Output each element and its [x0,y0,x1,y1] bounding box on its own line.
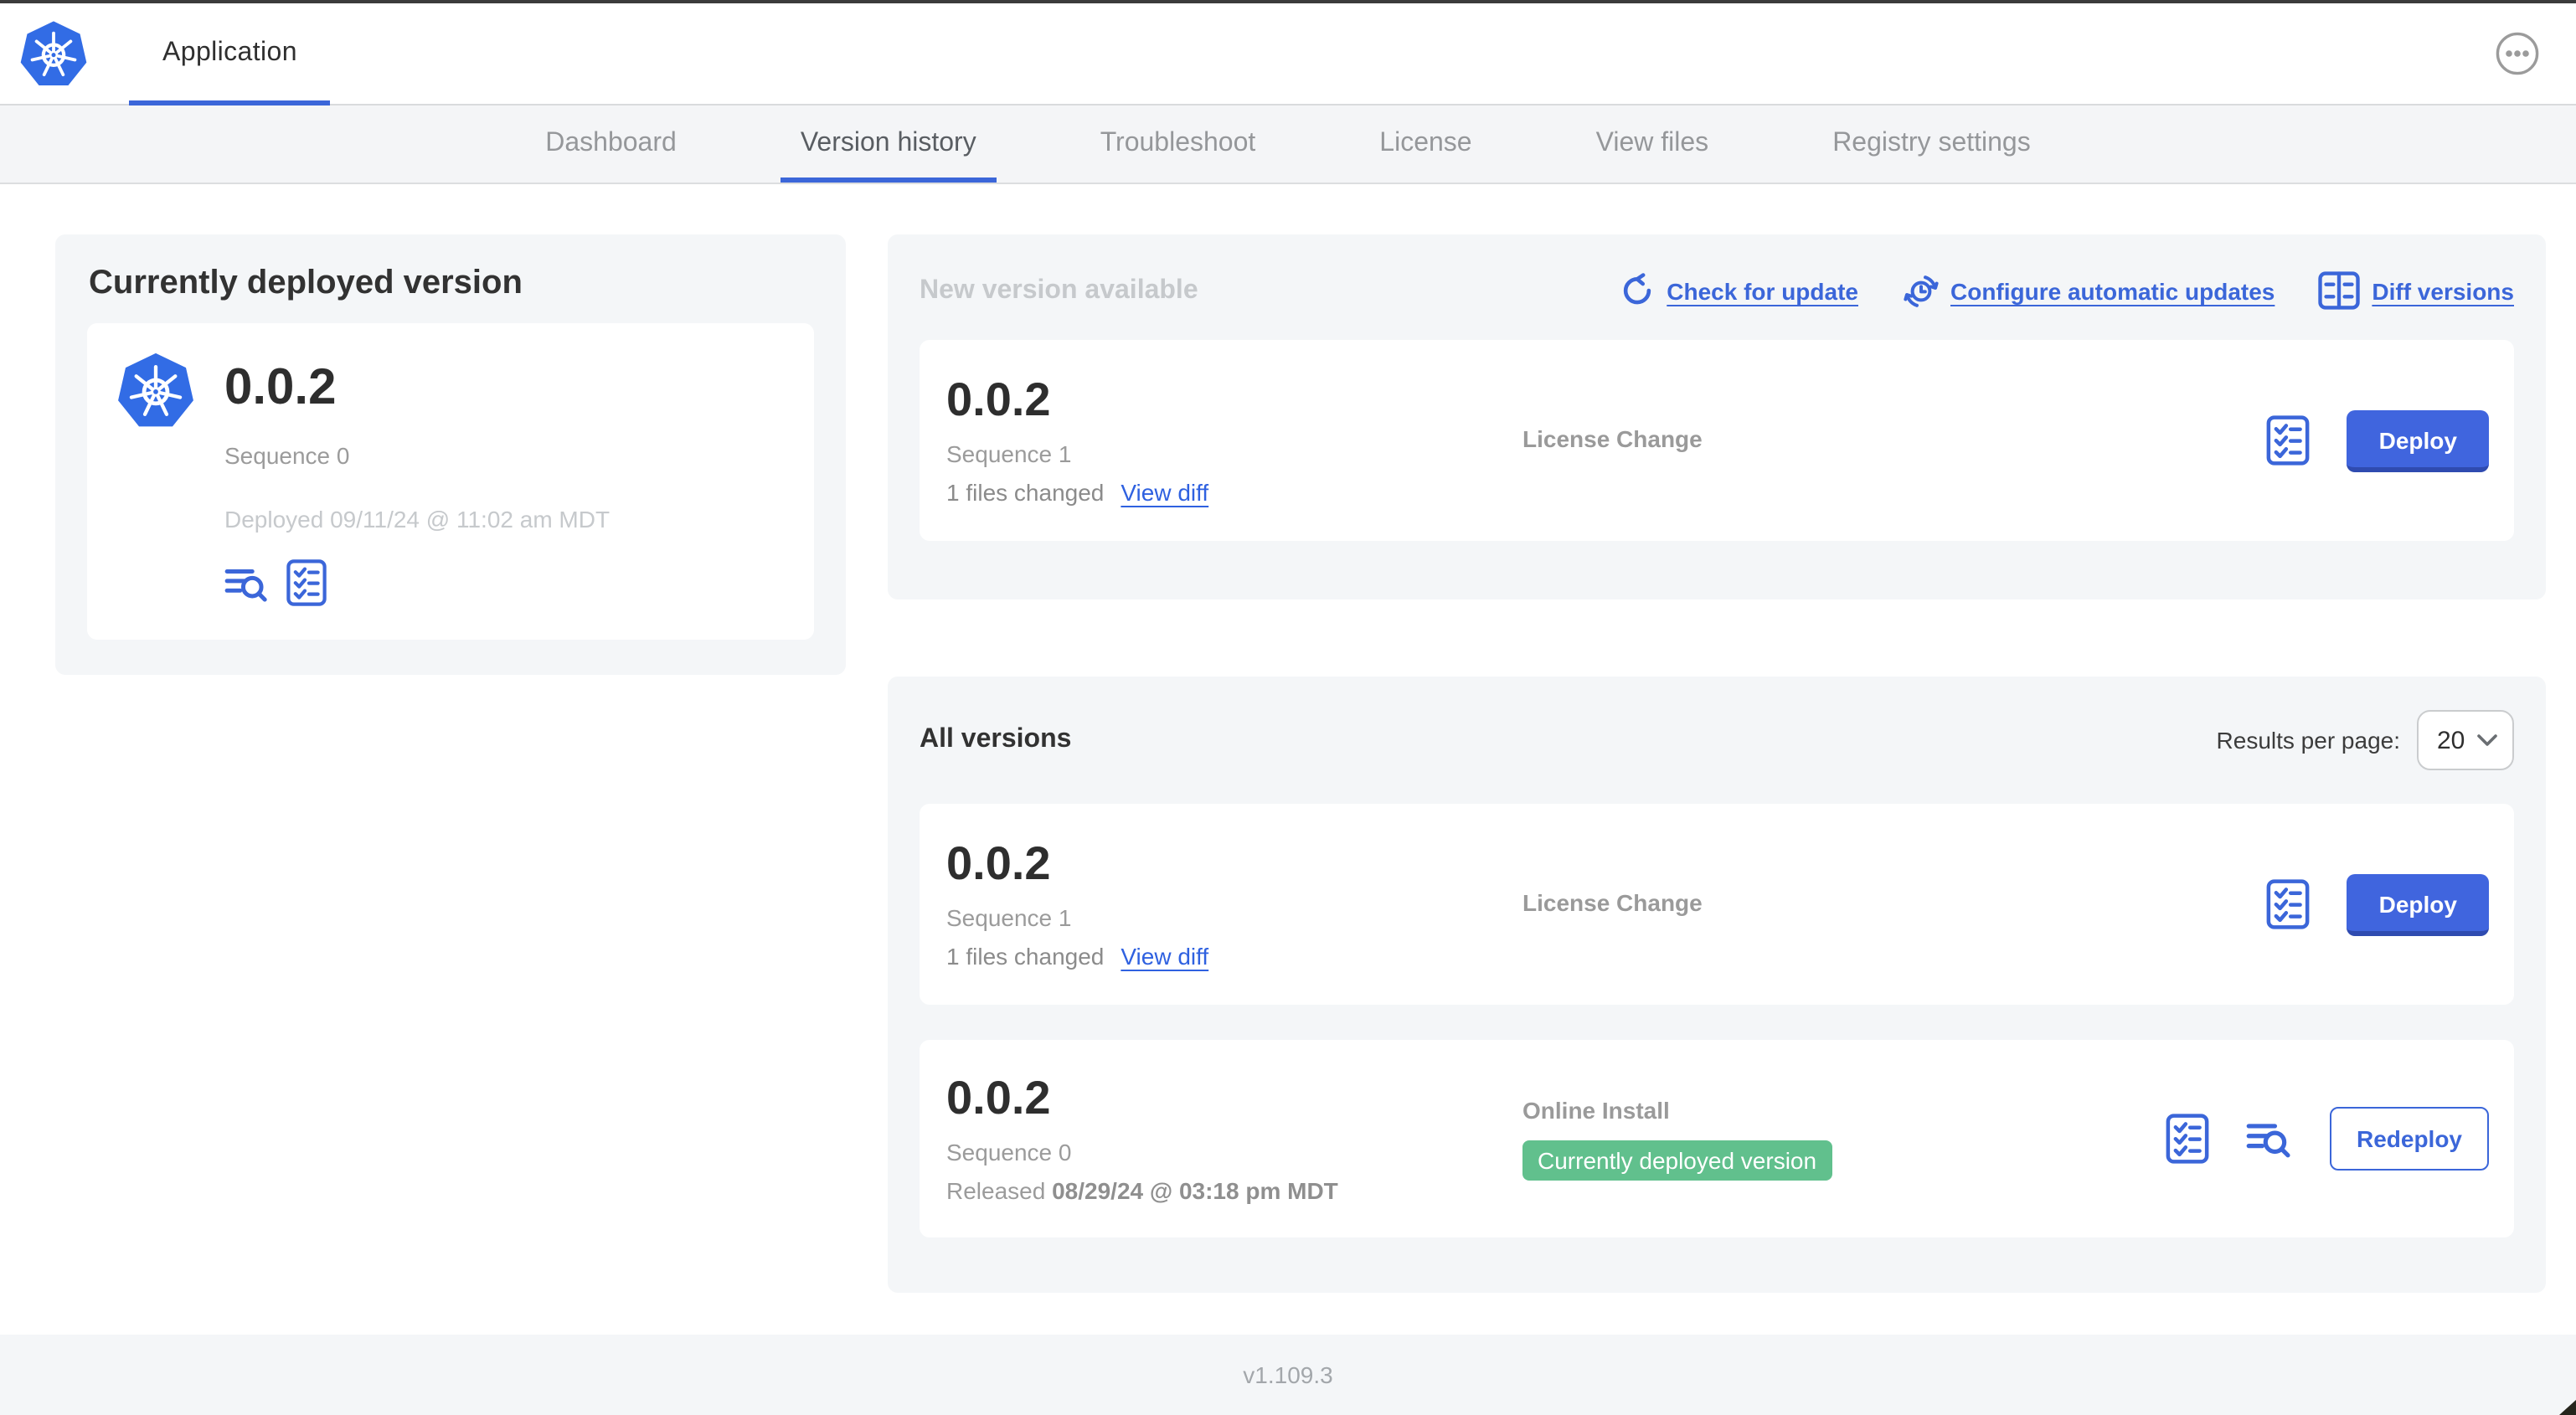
redeploy-button[interactable]: Redeploy [2329,1107,2489,1171]
window-top-edge [0,0,2576,3]
app-logo-wrap [0,3,90,104]
version-number: 0.0.2 [946,836,1051,889]
checklist-icon [2267,879,2311,929]
new-version-actions: Check for update Configure automatic upd… [1620,271,2514,310]
configure-automatic-updates-label: Configure automatic updates [1950,277,2275,304]
view-diff-link[interactable]: View diff [1121,480,1208,507]
version-sequence: Sequence 1 [946,904,1072,932]
tab-troubleshoot[interactable]: Troubleshoot [1038,105,1318,183]
all-versions-panel: All versions Results per page: 20 0.0.2 … [888,677,2546,1293]
all-versions-title: All versions [920,725,1072,754]
tab-view-files[interactable]: View files [1534,105,1771,183]
kubernetes-app-icon [114,350,198,430]
deployed-timestamp: Deployed 09/11/24 @ 11:02 am MDT [224,506,611,533]
more-menu-button[interactable] [2496,32,2539,75]
app-window: Application Dashboard Version history Tr… [0,0,2576,1415]
checklist-icon [2166,1114,2209,1164]
ellipsis-icon [2496,32,2539,75]
admin-console-version: v1.109.3 [1243,1361,1333,1388]
tab-version-history[interactable]: Version history [739,105,1038,183]
currently-deployed-card: 0.0.2 Sequence 0 Deployed 09/11/24 @ 11:… [87,323,814,640]
preflight-checks-button[interactable] [2267,879,2311,929]
diff-icon [2318,271,2360,310]
results-per-page-value: 20 [2437,726,2465,754]
app-footer: v1.109.3 [0,1335,2576,1415]
header-spacer [331,3,2496,104]
version-source: License Change [1522,889,1703,916]
view-logs-button[interactable] [224,563,270,602]
files-changed-text: 1 files changed [946,943,1105,970]
preflight-checks-button[interactable] [2267,415,2311,466]
files-changed-text: 1 files changed [946,479,1105,507]
kubernetes-logo-icon [17,18,90,89]
checklist-icon [286,559,327,606]
version-source: Online Install [1522,1097,1670,1124]
cursor-artifact [2559,1400,2576,1415]
currently-deployed-panel: Currently deployed version 0.0.2 Sequenc… [55,234,846,675]
clock-refresh-icon [1903,275,1938,306]
version-number: 0.0.2 [946,373,1051,425]
version-row: 0.0.2 Sequence 1 1 files changed View dif… [920,804,2514,1005]
chevron-down-icon [2477,734,2497,746]
logs-icon [2246,1119,2293,1159]
version-sequence: Sequence 0 [946,1139,1072,1166]
new-version-panel: New version available Check for update C… [888,234,2546,599]
tab-registry-settings[interactable]: Registry settings [1770,105,2093,183]
preflight-checks-button[interactable] [286,559,327,606]
check-for-update-label: Check for update [1667,277,1858,304]
app-tab-application[interactable]: Application [129,3,332,105]
diff-versions-label: Diff versions [2372,277,2514,304]
version-row: 0.0.2 Sequence 0 Released 08/29/24 @ 03:… [920,1040,2514,1237]
configure-automatic-updates-link[interactable]: Configure automatic updates [1902,272,2275,309]
app-subnav: Dashboard Version history Troubleshoot L… [0,105,2576,184]
deployed-version-number: 0.0.2 [224,360,337,415]
new-version-row: 0.0.2 Sequence 1 1 files changed View dif… [920,340,2514,541]
check-for-update-link[interactable]: Check for update [1620,273,1858,308]
version-number: 0.0.2 [946,1071,1051,1124]
version-sequence: Sequence 1 [946,440,1072,468]
app-header: Application [0,3,2576,105]
new-version-title: New version available [920,275,1198,304]
diff-versions-link[interactable]: Diff versions [2318,271,2514,310]
currently-deployed-badge: Currently deployed version [1522,1140,1832,1181]
view-diff-link[interactable]: View diff [1121,944,1208,970]
tab-license[interactable]: License [1317,105,1533,183]
deploy-button[interactable]: Deploy [2347,409,2489,471]
refresh-icon [1620,273,1655,308]
currently-deployed-title: Currently deployed version [89,265,523,301]
version-source: License Change [1522,425,1703,452]
results-per-page: Results per page: 20 [2217,710,2514,770]
deployed-sequence: Sequence 0 [224,442,350,469]
logs-icon [224,563,270,602]
app-tab-label: Application [162,39,297,67]
tab-dashboard[interactable]: Dashboard [483,105,739,183]
deploy-button[interactable]: Deploy [2347,873,2489,935]
results-per-page-select[interactable]: 20 [2417,710,2514,770]
results-per-page-label: Results per page: [2216,727,2400,754]
view-logs-button[interactable] [2246,1119,2293,1159]
preflight-checks-button[interactable] [2166,1114,2209,1164]
released-prefix: Released [946,1177,1046,1205]
checklist-icon [2267,415,2311,466]
released-date: 08/29/24 @ 03:18 pm MDT [1052,1177,1338,1205]
